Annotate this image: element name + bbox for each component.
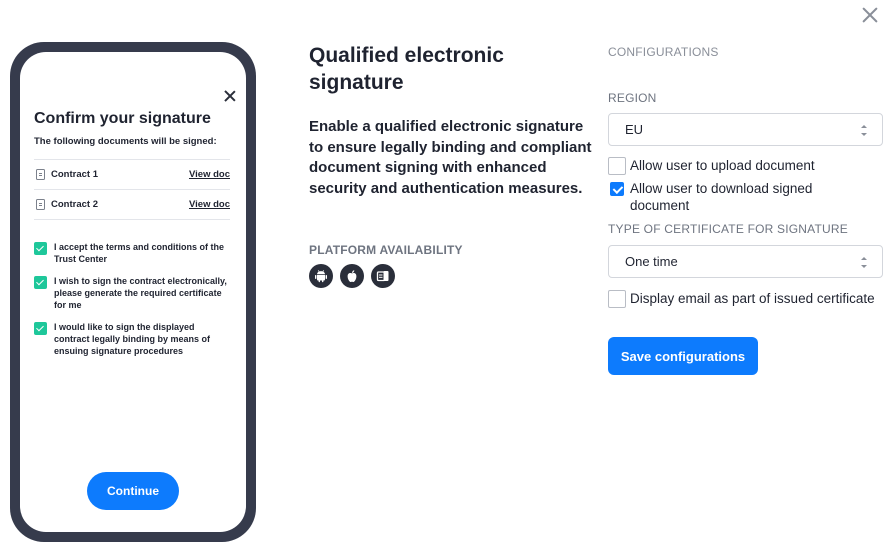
modal-title: Confirm your signature [34,110,211,127]
close-dialog-icon[interactable] [860,5,880,25]
document-list: Contract 1 View doc Contract 2 View doc [34,159,230,220]
allow-download-option[interactable]: Allow user to download signed document [608,180,830,214]
display-email-label: Display email as part of issued certific… [630,291,875,306]
view-doc-link[interactable]: View doc [189,169,230,180]
allow-download-label: Allow user to download signed document [630,181,813,213]
allow-upload-option[interactable]: Allow user to upload document [608,157,815,175]
consent-checkbox[interactable] [34,276,47,289]
consent-checkbox[interactable] [34,242,47,255]
document-name: Contract 1 [51,169,98,180]
feature-title: Qualified electronic signature [309,44,504,94]
consent-text: I accept the terms and conditions of the… [54,242,225,264]
phone-preview: Confirm your signature The following doc… [10,42,256,542]
certificate-type-value: One time [625,254,678,269]
consent-checkbox[interactable] [34,322,47,335]
modal-subtitle: The following documents will be signed: [34,136,217,147]
platform-icons [309,264,395,288]
allow-upload-label: Allow user to upload document [630,158,815,173]
web-icon [371,264,395,288]
modal-close-icon[interactable] [224,90,236,102]
platform-availability-label: PLATFORM AVAILABILITY [309,243,463,257]
configurations-heading: CONFIGURATIONS [608,45,719,59]
display-email-checkbox[interactable] [608,290,626,308]
region-label: REGION [608,91,657,105]
allow-download-checkbox[interactable] [610,182,624,196]
document-name: Contract 2 [51,199,98,210]
display-email-option[interactable]: Display email as part of issued certific… [608,290,875,308]
certificate-type-label: TYPE OF CERTIFICATE FOR SIGNATURE [608,222,848,236]
select-arrows-icon [861,125,868,136]
region-value: EU [625,122,644,137]
consent-legally-binding: I would like to sign the displayed contr… [34,321,230,357]
consent-certificate: I wish to sign the contract electronical… [34,275,230,311]
android-icon [309,264,333,288]
document-icon [36,199,45,210]
save-configurations-button[interactable]: Save configurations [608,337,758,375]
feature-description: Enable a qualified electronic signature … [309,118,592,197]
document-row: Contract 2 View doc [34,190,230,220]
continue-button[interactable]: Continue [87,472,179,510]
consent-text: I would like to sign the displayed contr… [54,322,211,356]
apple-icon [340,264,364,288]
certificate-type-select[interactable]: One time [608,245,883,278]
consent-terms: I accept the terms and conditions of the… [34,241,230,265]
view-doc-link[interactable]: View doc [189,199,230,210]
allow-upload-checkbox[interactable] [608,157,626,175]
consent-text: I wish to sign the contract electronical… [54,276,227,310]
document-row: Contract 1 View doc [34,160,230,190]
region-select[interactable]: EU [608,113,883,146]
phone-screen: Confirm your signature The following doc… [20,52,246,532]
document-icon [36,169,45,180]
select-arrows-icon [861,257,868,268]
